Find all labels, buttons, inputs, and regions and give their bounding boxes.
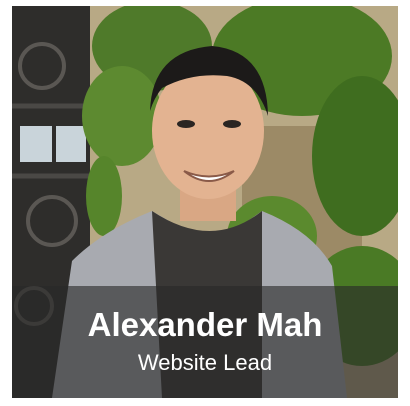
caption-overlay: Alexander Mah Website Lead (12, 286, 398, 398)
person-name: Alexander Mah (87, 306, 323, 343)
profile-card: Alexander Mah Website Lead (12, 6, 398, 398)
person-role: Website Lead (137, 350, 273, 375)
